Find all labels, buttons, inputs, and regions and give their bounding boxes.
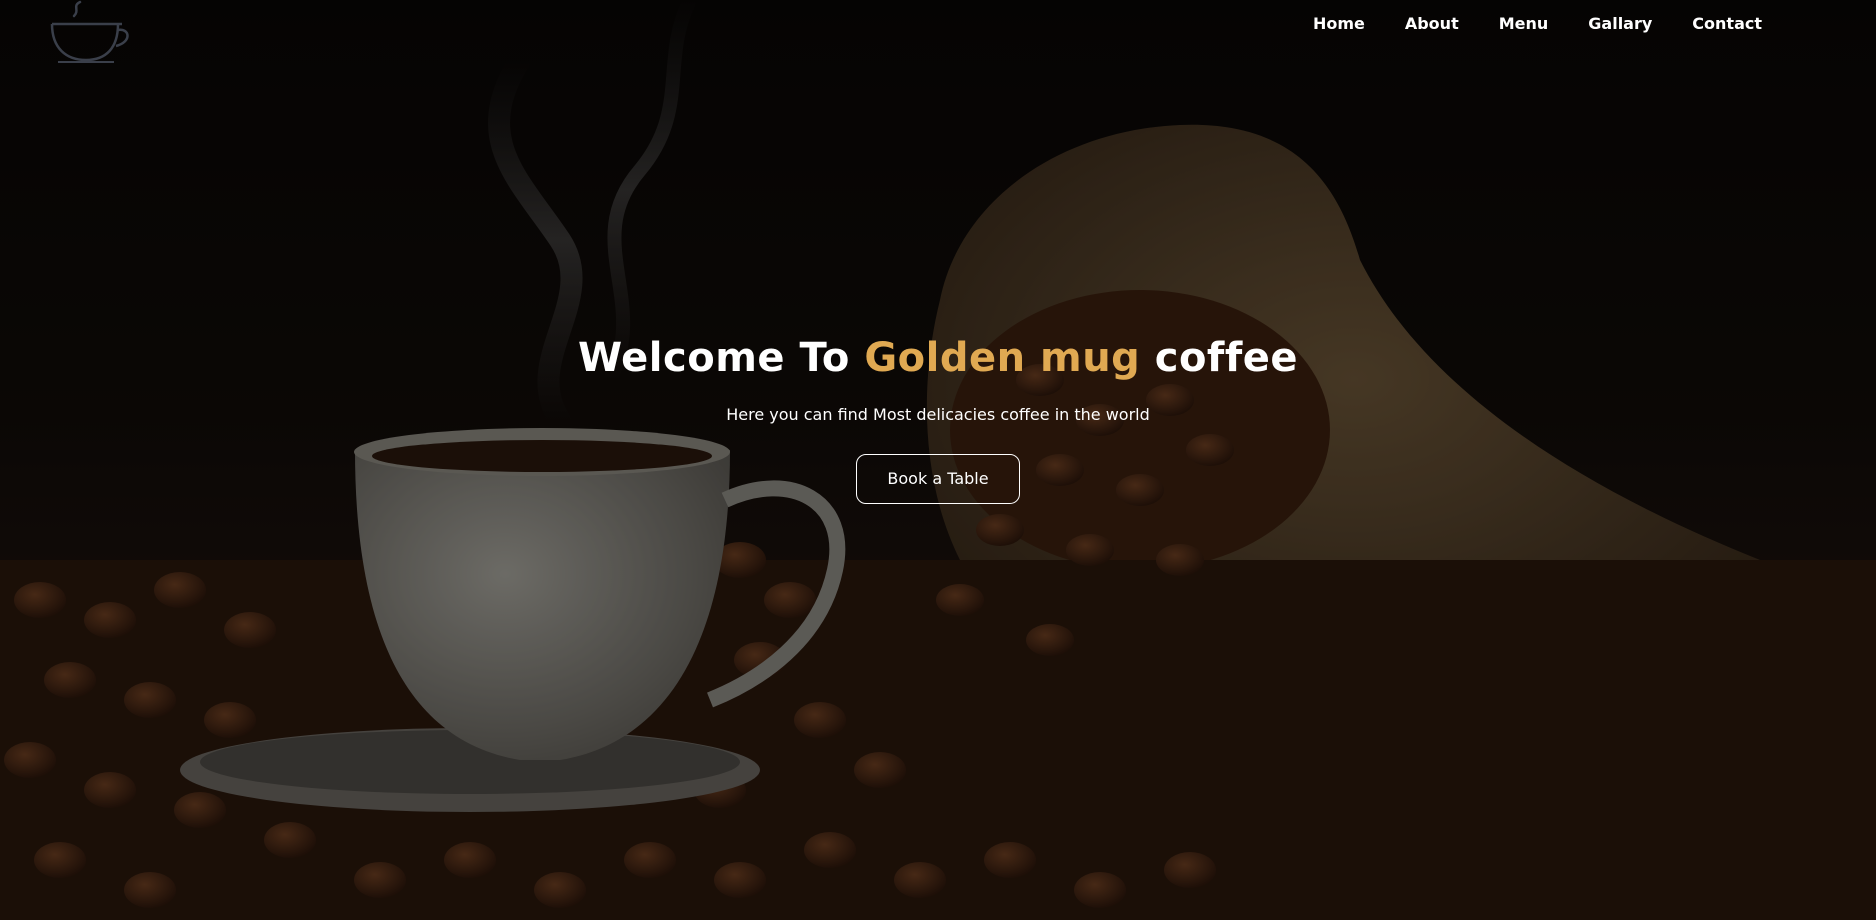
hero-title-suffix: coffee xyxy=(1140,335,1298,381)
coffee-cup-icon[interactable] xyxy=(46,0,132,66)
nav-item-contact[interactable]: Contact xyxy=(1672,10,1782,38)
nav-item-menu[interactable]: Menu xyxy=(1479,10,1569,38)
hero-title-prefix: Welcome To xyxy=(577,335,865,381)
hero-content: Welcome To Golden mug coffee Here you ca… xyxy=(0,330,1876,504)
hero-subtitle: Here you can find Most delicacies coffee… xyxy=(726,405,1150,424)
hero-title: Welcome To Golden mug coffee xyxy=(0,330,1876,386)
book-table-button[interactable]: Book a Table xyxy=(856,454,1020,504)
nav-item-home[interactable]: Home xyxy=(1293,10,1385,38)
nav-item-about[interactable]: About xyxy=(1385,10,1479,38)
hero-title-brand: Golden mug xyxy=(864,335,1141,381)
main-navigation: Home About Menu Gallary Contact xyxy=(1293,10,1782,38)
nav-item-gallary[interactable]: Gallary xyxy=(1568,10,1672,38)
hero-section: Home About Menu Gallary Contact Welcome … xyxy=(0,0,1876,920)
